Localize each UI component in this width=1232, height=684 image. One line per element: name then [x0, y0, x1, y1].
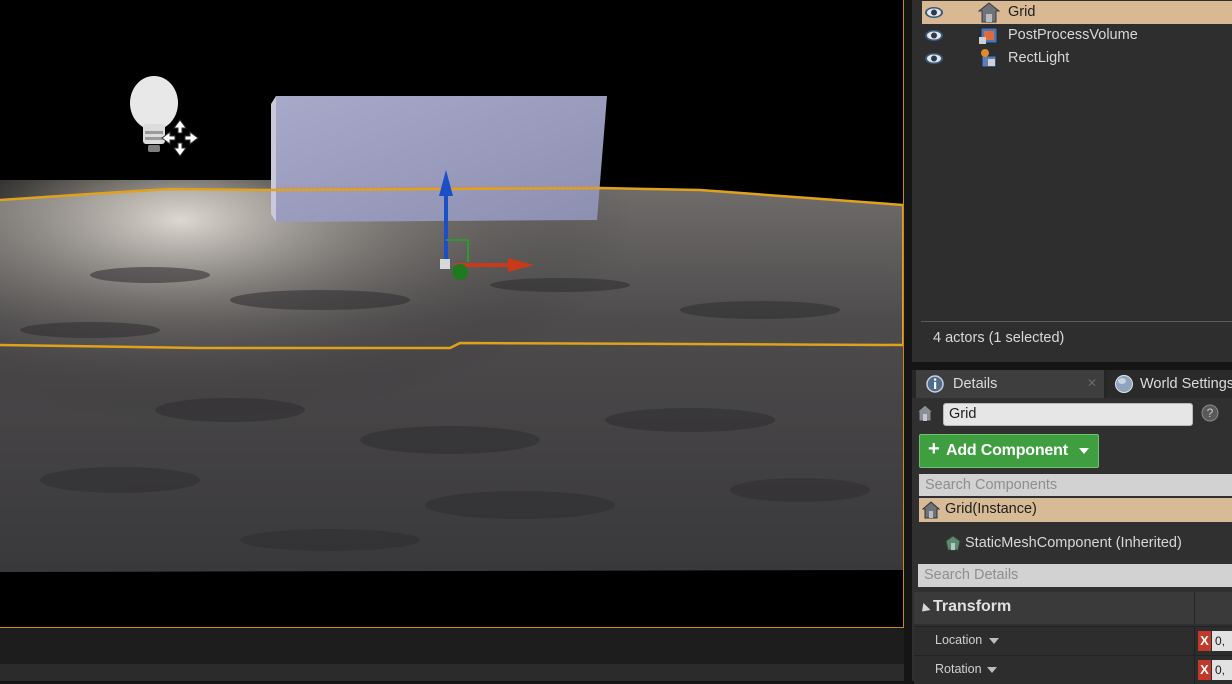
component-label: Grid(Instance) — [945, 501, 1037, 517]
location-x-field[interactable]: 0, — [1212, 631, 1232, 651]
eye-icon[interactable] — [924, 52, 944, 65]
column-divider — [1194, 656, 1195, 684]
level-viewport[interactable] — [0, 0, 904, 628]
move-arrows-icon — [161, 119, 199, 157]
outliner-row-rectlight[interactable]: RectLight — [922, 47, 1232, 70]
actor-name-field[interactable]: Grid — [943, 403, 1193, 426]
component-row-staticmesh[interactable]: StaticMeshComponent (Inherited) — [919, 530, 1232, 556]
outliner-divider — [921, 321, 1232, 322]
svg-text:?: ? — [1207, 406, 1214, 420]
help-icon[interactable]: ? — [1201, 404, 1219, 422]
outliner-row-postprocessvolume[interactable]: PostProcessVolume — [922, 24, 1232, 47]
outliner-item-label: PostProcessVolume — [1008, 27, 1138, 43]
close-tab-icon[interactable]: ✕ — [1087, 376, 1097, 390]
search-details-input[interactable]: Search Details — [918, 564, 1232, 587]
globe-icon — [1115, 375, 1133, 393]
content-browser-tab-strip — [0, 664, 904, 681]
add-component-button[interactable]: + Add Component — [919, 434, 1099, 468]
house-actor-icon — [922, 501, 940, 519]
chevron-down-icon[interactable] — [987, 667, 997, 673]
outliner-item-label: Grid — [1008, 4, 1036, 20]
viewport-scene[interactable] — [0, 0, 904, 628]
collapse-arrow-icon[interactable] — [918, 602, 931, 616]
property-label: Location — [935, 633, 983, 647]
actor-count-status: 4 actors (1 selected) — [933, 330, 1065, 346]
section-title: Transform — [933, 598, 1012, 615]
tab-label: World Settings — [1140, 376, 1232, 392]
add-component-label: Add Component — [946, 442, 1068, 459]
panel-splitter-horizontal[interactable] — [912, 362, 1232, 370]
column-divider — [1194, 592, 1195, 624]
outliner-row-grid[interactable]: Grid — [922, 1, 1232, 24]
x-axis-badge: X — [1198, 660, 1211, 680]
rect-wall-edge — [271, 96, 276, 222]
house-actor-icon — [916, 404, 934, 422]
rotation-x-field[interactable]: 0, — [1212, 660, 1232, 680]
tab-label: Details — [953, 376, 998, 392]
tab-world-settings[interactable]: World Settings — [1107, 370, 1232, 398]
column-divider — [1194, 627, 1195, 655]
postprocess-volume-icon — [979, 27, 998, 44]
x-axis-badge: X — [1198, 631, 1211, 651]
house-actor-icon — [978, 2, 1000, 23]
property-label: Rotation — [935, 662, 982, 676]
rect-wall-mesh[interactable] — [276, 96, 607, 222]
component-label: StaticMeshComponent (Inherited) — [965, 535, 1182, 551]
outliner-item-label: RectLight — [1008, 50, 1070, 66]
plus-icon: + — [928, 438, 940, 460]
tab-details[interactable]: Details ✕ — [916, 370, 1104, 398]
property-row-rotation: Rotation X 0, — [914, 655, 1232, 684]
world-outliner: Grid PostProcessVolume RectLight — [912, 0, 1232, 362]
transform-section-header[interactable]: Transform — [914, 592, 1232, 624]
search-components-input[interactable]: Search Components — [919, 474, 1232, 496]
chevron-down-icon — [1079, 448, 1089, 454]
eye-icon[interactable] — [924, 6, 944, 19]
panel-splitter[interactable] — [904, 0, 912, 681]
rect-light-icon — [981, 49, 997, 68]
static-mesh-icon — [945, 535, 961, 551]
property-row-location: Location X 0, — [914, 626, 1232, 655]
chevron-down-icon[interactable] — [989, 638, 999, 644]
point-light-billboard-icon[interactable] — [130, 76, 178, 152]
eye-icon[interactable] — [924, 29, 944, 42]
info-icon — [926, 375, 944, 393]
component-row-root[interactable]: Grid(Instance) — [919, 498, 1232, 522]
